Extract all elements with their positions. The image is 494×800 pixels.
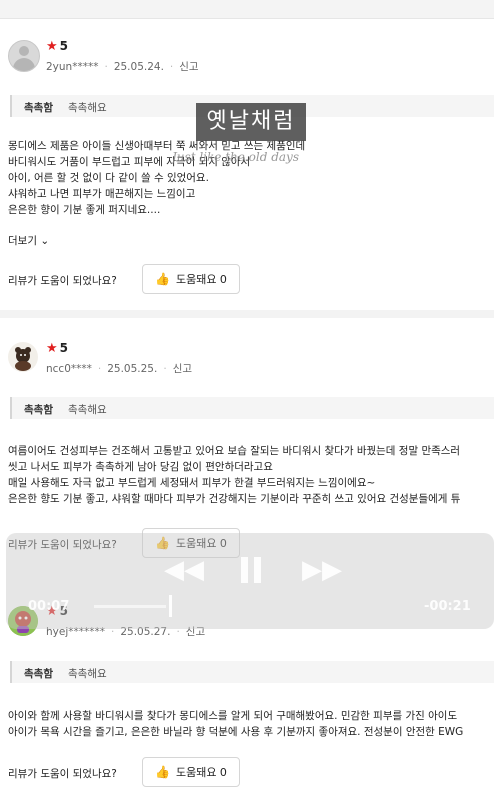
review-line: 아이, 어른 할 것 없이 다 같이 쓸 수 있었어요. (8, 172, 209, 184)
rewind-icon: ◀◀ (164, 555, 204, 585)
star-icon: ★ (46, 341, 58, 356)
helpful-button[interactable]: 👍 도움돼요 0 (142, 264, 240, 294)
top-strip (0, 0, 494, 19)
review-line: 여름이어도 건성피부는 건조해서 고통받고 있어요 보습 잘되는 바디워시 찾다… (8, 445, 461, 457)
tag-value: 촉촉해요 (68, 102, 107, 114)
review-line: 매일 사용해도 자극 없고 부드럽게 세정돼서 피부가 한결 부드러워지는 느낌… (8, 477, 376, 489)
review-line: 아이와 함께 사용할 바디워시를 찾다가 몽디에스를 알게 되어 구매해봤어요.… (8, 710, 458, 722)
rating: ★ 5 (46, 341, 69, 356)
review-card: ★ 5 hyej******* · 25.05.27. · 신고 촉촉함 촉촉해요 아이와… (0, 600, 494, 800)
username: 2yun***** (46, 61, 99, 73)
helpful-question: 리뷰가 도움이 되었나요? (8, 275, 117, 287)
watermark-subtitle: Just like the old days (172, 150, 299, 164)
review-body: 여름이어도 건성피부는 건조해서 고통받고 있어요 보습 잘되는 바디워시 찾다… (8, 443, 494, 507)
remaining-time: -00:21 (424, 599, 471, 614)
tag-key: 촉촉함 (24, 404, 53, 416)
review-line: 아이가 목욕 시간을 즐기고, 은은한 바닐라 향 덕분에 사용 후 기분까지 … (8, 726, 464, 738)
thumbs-up-icon: 👍 (155, 272, 170, 286)
review-date: 25.05.25. (107, 363, 158, 375)
tag-key: 촉촉함 (24, 668, 53, 680)
bear-avatar-icon (15, 347, 31, 371)
video-player-overlay: ◀◀ ▶▶ 00:07 -00:21 (6, 533, 494, 629)
review-card: ★ 5 ncc0**** · 25.05.25. · 신고 촉촉함 촉촉해요 여름이어도 … (0, 337, 494, 558)
star-icon: ★ (46, 39, 58, 54)
review-line: 은은한 향이 기분 좋게 퍼지네요.... (8, 204, 161, 216)
thumbs-up-icon: 👍 (155, 765, 170, 779)
helpful-question: 리뷰가 도움이 되었나요? (8, 768, 117, 780)
rewind-button[interactable]: ◀◀ (164, 555, 204, 585)
avatar (8, 40, 40, 72)
elapsed-time: 00:07 (28, 599, 70, 614)
review-line: 씻고 나서도 피부가 촉촉하게 남아 당김 없이 편안하더라고요 (8, 461, 273, 473)
report-link[interactable]: 신고 (173, 363, 192, 375)
avatar (8, 342, 38, 372)
review-date: 25.05.24. (113, 61, 164, 73)
pause-icon (241, 557, 261, 583)
review-body: 아이와 함께 사용할 바디워시를 찾다가 몽디에스를 알게 되어 구매해봤어요.… (8, 708, 494, 740)
section-divider (0, 310, 494, 318)
watermark-title: 옛날채럼 (196, 103, 306, 141)
tag-value: 촉촉해요 (68, 404, 107, 416)
report-link[interactable]: 신고 (179, 61, 198, 73)
tag-box: 촉촉함 촉촉해요 (10, 661, 494, 683)
fast-forward-icon: ▶▶ (302, 555, 342, 585)
review-card: ★ 5 2yun***** · 25.05.24. · 신고 촉촉함 촉촉해요 몽디에스 … (0, 35, 494, 295)
review-line: 샤워하고 나면 피부가 매끈해지는 느낌이고 (8, 188, 196, 200)
pause-button[interactable] (236, 555, 266, 592)
rating: ★ 5 (46, 39, 69, 54)
tag-box: 촉촉함 촉촉해요 (10, 397, 494, 419)
review-line: 은은한 향도 기분 좋고, 샤워할 때마다 피부가 건강해지는 기분이라 꾸준히… (8, 493, 461, 505)
username: ncc0**** (46, 363, 92, 375)
tag-key: 촉촉함 (24, 102, 53, 114)
fast-forward-button[interactable]: ▶▶ (302, 555, 342, 585)
review-meta: ncc0**** · 25.05.25. · 신고 (46, 363, 193, 375)
review-meta: 2yun***** · 25.05.24. · 신고 (46, 61, 199, 73)
tag-value: 촉촉해요 (68, 668, 107, 680)
helpful-button[interactable]: 👍 도움돼요 0 (142, 757, 240, 787)
progress-track[interactable] (94, 605, 166, 608)
chevron-down-icon: ⌄ (40, 235, 50, 247)
progress-handle[interactable] (169, 595, 172, 617)
more-button[interactable]: 더보기 ⌄ (8, 233, 49, 248)
